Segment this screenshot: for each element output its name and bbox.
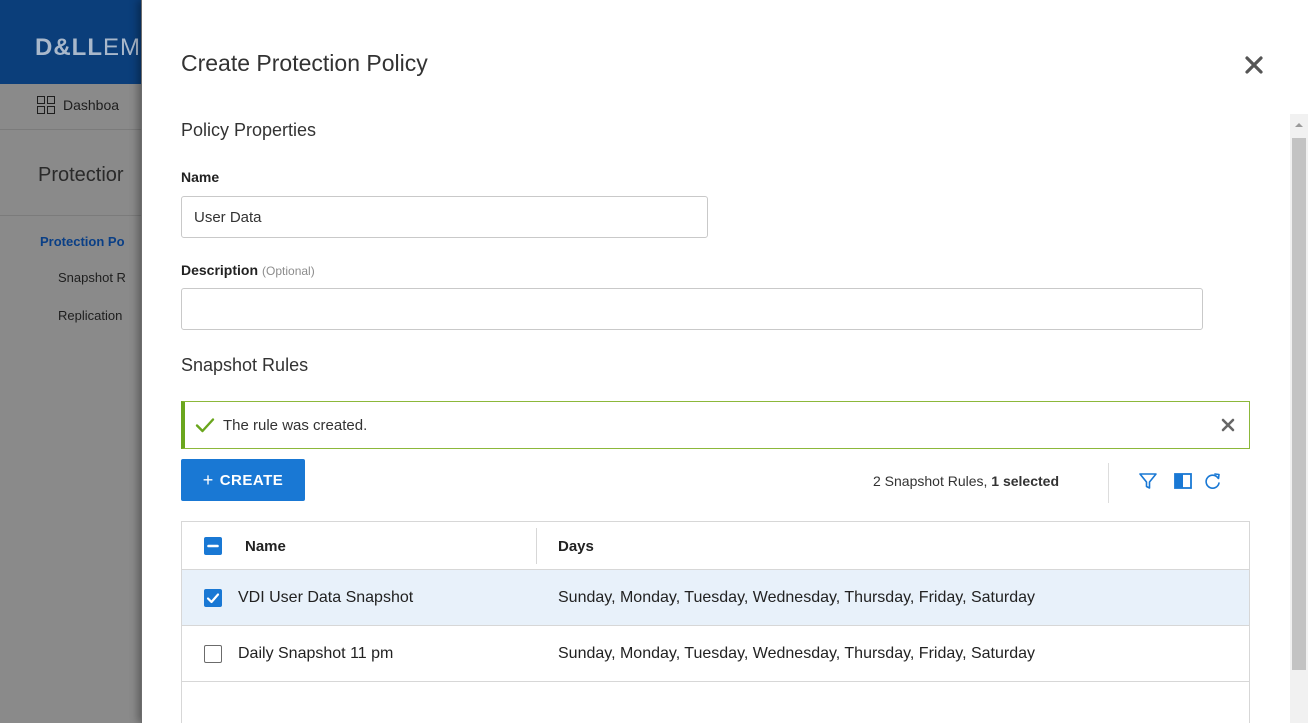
rule-name: Daily Snapshot 11 pm <box>238 645 394 662</box>
description-label: Description (Optional) <box>181 262 315 278</box>
row-checkbox[interactable] <box>204 589 222 607</box>
rule-name: VDI User Data Snapshot <box>238 589 414 606</box>
column-header-name[interactable]: Name <box>245 538 286 555</box>
rule-days: Sunday, Monday, Tuesday, Wednesday, Thur… <box>558 645 1035 662</box>
optional-hint: (Optional) <box>262 264 315 278</box>
dashboard-icon <box>37 96 55 114</box>
nav-item-dashboard[interactable]: Dashboa <box>37 96 119 114</box>
filter-icon[interactable] <box>1137 470 1159 492</box>
table-header: Name Days <box>182 522 1249 570</box>
dismiss-banner-icon[interactable] <box>1219 416 1237 434</box>
banner-message: The rule was created. <box>223 416 368 434</box>
create-protection-policy-dialog: Create Protection Policy Policy Properti… <box>141 0 1315 723</box>
check-icon <box>195 418 215 433</box>
dialog-title: Create Protection Policy <box>181 50 428 76</box>
success-banner: The rule was created. <box>181 401 1250 449</box>
policy-properties-heading: Policy Properties <box>181 120 317 140</box>
create-rule-button[interactable]: + CREATE <box>181 459 305 501</box>
rule-count: 2 Snapshot Rules, 1 selected <box>873 473 1059 489</box>
dell-emc-logo: D&LLEM <box>35 34 141 61</box>
row-checkbox[interactable] <box>204 645 222 663</box>
toolbar-divider <box>1108 463 1109 503</box>
create-button-label: CREATE <box>219 471 284 489</box>
scrollbar[interactable] <box>1290 114 1308 723</box>
name-label: Name <box>181 169 220 185</box>
snapshot-rules-heading: Snapshot Rules <box>181 355 309 375</box>
scrollbar-thumb[interactable] <box>1292 138 1306 670</box>
columns-icon[interactable] <box>1172 470 1194 492</box>
snapshot-rules-table: Name Days VDI User Data Snapshot Sunday,… <box>181 521 1250 723</box>
description-label-text: Description <box>181 262 259 278</box>
plus-icon: + <box>202 469 214 490</box>
select-all-checkbox[interactable] <box>204 537 222 555</box>
close-icon[interactable] <box>1242 53 1266 77</box>
sidebar-item-snapshot-rules[interactable]: Snapshot R <box>58 270 126 285</box>
column-resize-handle[interactable] <box>536 528 537 564</box>
description-input[interactable] <box>181 288 1203 330</box>
protection-title: Protectior <box>38 164 124 186</box>
column-header-days[interactable]: Days <box>558 538 594 555</box>
refresh-icon[interactable] <box>1202 470 1224 492</box>
rule-days: Sunday, Monday, Tuesday, Wednesday, Thur… <box>558 589 1035 606</box>
rule-count-total: 2 Snapshot Rules, <box>873 473 988 489</box>
table-row[interactable]: Daily Snapshot 11 pm Sunday, Monday, Tue… <box>182 626 1249 682</box>
scroll-up-arrow-icon[interactable] <box>1290 118 1308 132</box>
rule-count-selected: 1 selected <box>991 473 1060 489</box>
sidebar-item-replication[interactable]: Replication <box>58 308 122 323</box>
table-row[interactable]: VDI User Data Snapshot Sunday, Monday, T… <box>182 570 1249 626</box>
name-input[interactable] <box>181 196 708 238</box>
nav-item-label: Dashboa <box>63 97 120 113</box>
sidebar-item-protection-policies[interactable]: Protection Po <box>40 234 125 249</box>
